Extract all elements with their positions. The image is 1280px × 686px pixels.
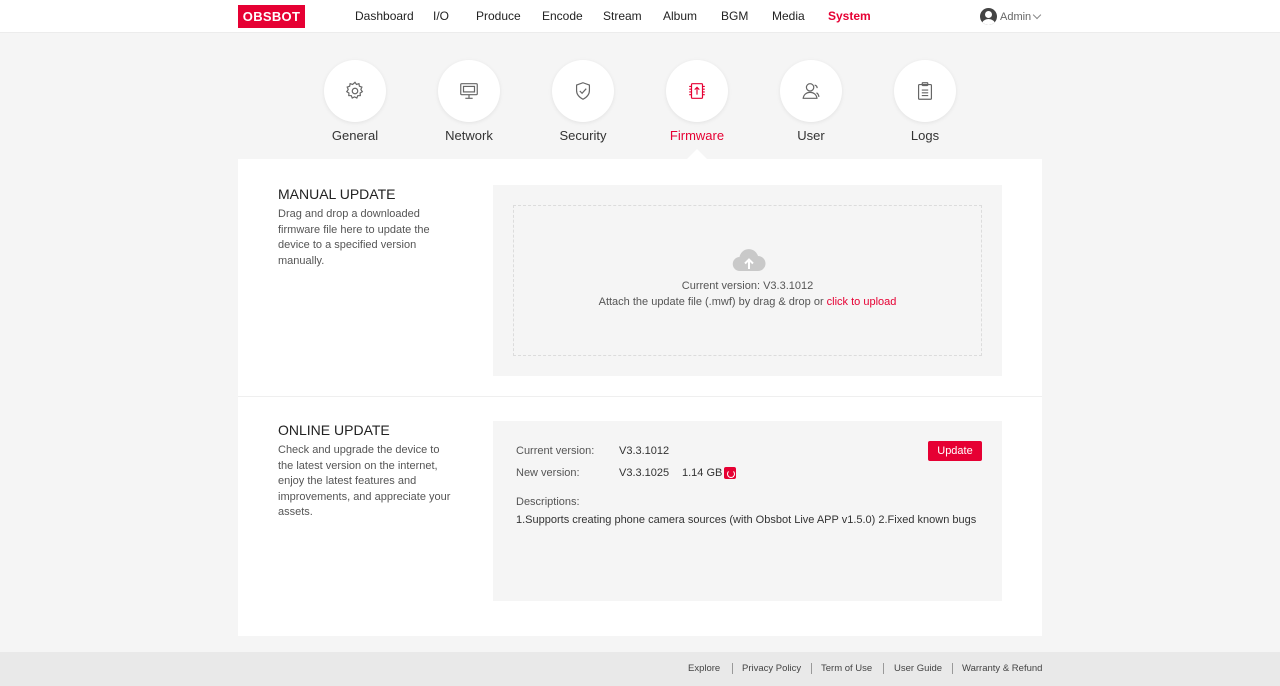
footer-separator — [883, 663, 884, 674]
tab-logs[interactable]: Logs — [894, 60, 956, 143]
current-version-label: Current version: — [516, 445, 595, 457]
active-tab-pointer — [687, 149, 707, 159]
tab-security[interactable]: Security — [552, 60, 614, 143]
nav-io[interactable]: I/O — [433, 0, 449, 33]
online-update-title: ONLINE UPDATE — [278, 422, 390, 438]
cloud-upload-icon — [732, 249, 766, 272]
user-menu[interactable]: Admin — [980, 8, 1042, 25]
clipboard-icon — [917, 82, 933, 100]
descriptions-text: 1.Supports creating phone camera sources… — [516, 514, 977, 526]
new-version-label: New version: — [516, 467, 580, 479]
footer-privacy-policy[interactable]: Privacy Policy — [742, 652, 801, 686]
tab-network-label: Network — [445, 128, 493, 143]
nav-dashboard[interactable]: Dashboard — [355, 0, 414, 33]
chip-icon — [689, 83, 705, 99]
dropzone-instructions: Attach the update file (.mwf) by drag & … — [514, 296, 981, 308]
firmware-dropzone[interactable]: Current version: V3.3.1012 Attach the up… — [513, 205, 982, 356]
nav-produce[interactable]: Produce — [476, 0, 521, 33]
new-version-size: 1.14 GB — [682, 467, 723, 479]
user-icon — [802, 83, 820, 99]
obsbot-logo[interactable]: OBSBOT — [238, 5, 305, 28]
nav-media[interactable]: Media — [772, 0, 805, 33]
firmware-panel: MANUAL UPDATE Drag and drop a downloaded… — [238, 159, 1042, 636]
footer-term-of-use[interactable]: Term of Use — [821, 652, 872, 686]
tab-user-label: User — [797, 128, 825, 143]
monitor-icon — [460, 83, 478, 99]
update-button[interactable]: Update — [928, 441, 982, 461]
footer-user-guide[interactable]: User Guide — [894, 652, 942, 686]
nav-system[interactable]: System — [828, 0, 871, 33]
footer-separator — [952, 663, 953, 674]
shield-icon — [575, 82, 591, 100]
chevron-down-icon — [1032, 10, 1042, 20]
gear-icon — [345, 81, 364, 99]
tab-firmware-label: Firmware — [669, 128, 725, 143]
dropzone-attach-text: Attach the update file (.mwf) by drag & … — [598, 296, 827, 308]
manual-update-title: MANUAL UPDATE — [278, 186, 396, 202]
nav-encode[interactable]: Encode — [542, 0, 583, 33]
nav-album[interactable]: Album — [663, 0, 697, 33]
footer-warranty-refund[interactable]: Warranty & Refund — [962, 652, 1042, 686]
tab-network[interactable]: Network — [438, 60, 500, 143]
section-divider — [238, 396, 1042, 397]
nav-stream[interactable]: Stream — [603, 0, 642, 33]
tab-general[interactable]: General — [324, 60, 386, 143]
nav-bgm[interactable]: BGM — [721, 0, 748, 33]
footer-separator — [732, 663, 733, 674]
refresh-icon[interactable] — [724, 467, 736, 479]
footer: Explore Privacy Policy Term of Use User … — [0, 652, 1280, 686]
current-version-value: V3.3.1012 — [619, 445, 670, 457]
descriptions-label: Descriptions: — [516, 496, 580, 508]
footer-explore[interactable]: Explore — [688, 652, 720, 686]
tab-user[interactable]: User — [780, 60, 842, 143]
tab-security-label: Security — [559, 128, 607, 143]
dropzone-container: Current version: V3.3.1012 Attach the up… — [493, 185, 1002, 376]
new-version-value: V3.3.1025 — [619, 467, 670, 479]
dropzone-current-version: Current version: V3.3.1012 — [681, 280, 814, 292]
manual-update-description: Drag and drop a downloaded firmware file… — [278, 208, 430, 267]
click-to-upload-link[interactable]: click to upload — [827, 296, 897, 308]
online-update-description: Check and upgrade the device to the late… — [278, 444, 451, 518]
user-name: Admin — [1000, 10, 1032, 23]
footer-separator — [811, 663, 812, 674]
tab-firmware[interactable]: Firmware — [666, 60, 728, 143]
tab-logs-label: Logs — [910, 128, 940, 143]
tab-general-label: General — [331, 128, 379, 143]
top-navigation-bar: OBSBOT Dashboard I/O Produce Encode Stre… — [0, 0, 1280, 33]
avatar-icon — [980, 8, 997, 25]
online-update-box: Current version: V3.3.1012 New version: … — [493, 421, 1002, 601]
